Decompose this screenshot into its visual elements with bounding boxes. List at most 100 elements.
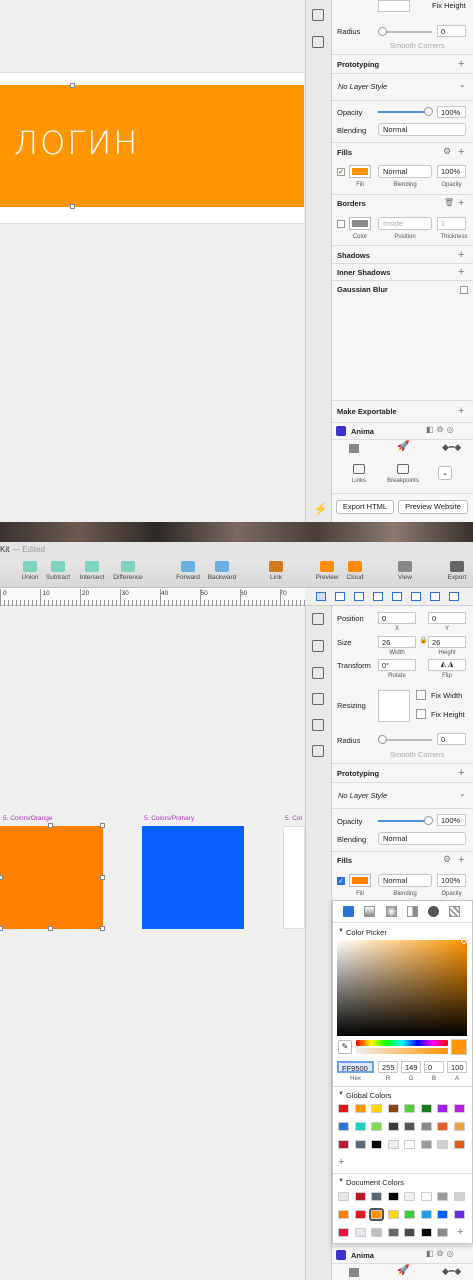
document-color-swatch[interactable] [338,1228,349,1237]
global-color-swatch[interactable] [437,1122,448,1131]
document-color-swatch[interactable] [420,1228,432,1237]
document-color-swatch[interactable] [338,1210,349,1219]
document-color-swatch[interactable] [404,1228,415,1237]
toolbar-link-button[interactable]: Link [256,561,296,581]
chevron-down-icon[interactable]: ⌄ [459,789,466,798]
lock-icon[interactable]: 🔒 [419,636,428,644]
global-color-swatch[interactable] [338,1104,349,1113]
make-exportable-header[interactable]: Make Exportable [337,407,397,416]
hex-input[interactable]: FF9500 [337,1061,374,1073]
a-input[interactable]: 100 [447,1061,467,1073]
global-color-swatch[interactable] [371,1104,382,1113]
global-color-swatch[interactable] [338,1122,349,1131]
align-icon[interactable] [316,592,326,601]
picker-cursor[interactable] [461,938,467,944]
document-colors-title[interactable]: Document Colors [346,1178,404,1187]
anima-tools-icons[interactable]: ◧⚙◎ [426,1249,457,1258]
fill-type-image-icon[interactable] [428,906,439,917]
global-color-swatch[interactable] [371,1122,382,1131]
list-icon[interactable] [312,667,324,679]
breakpoints-dropdown[interactable]: ⌄ [438,466,452,480]
global-color-swatch[interactable] [404,1104,415,1113]
document-color-swatch[interactable] [437,1210,448,1219]
border-checkbox[interactable] [337,220,345,228]
r-input[interactable]: 255 [378,1061,398,1073]
alpha-slider[interactable] [356,1048,448,1054]
share-icon[interactable] [312,613,324,625]
breakpoints-icon[interactable] [397,464,409,474]
document-color-swatch[interactable] [371,1228,382,1237]
fill-type-linear-icon[interactable] [364,906,375,917]
fill-type-noise-icon[interactable] [449,906,460,917]
blending-select[interactable]: Normal [378,832,466,845]
global-color-swatch[interactable] [387,1122,399,1131]
radius-input[interactable]: 0 [437,733,466,745]
add-prototyping-icon[interactable]: + [458,768,464,779]
blur-toggle[interactable] [460,286,468,294]
add-prototyping-icon[interactable]: + [458,59,464,70]
document-color-swatch[interactable] [453,1192,465,1201]
g-input[interactable]: 149 [401,1061,421,1073]
shadows-header[interactable]: Shadows [337,251,370,260]
disclosure-icon[interactable]: ▼ [338,928,344,934]
artboard-label-orange[interactable]: 5. Colors/Orange [3,815,53,822]
global-color-swatch[interactable] [420,1140,432,1149]
fix-width-icon[interactable] [416,690,426,700]
gear-icon[interactable]: ⚙ [443,146,451,157]
anima-tools-icons[interactable]: ◧⚙◎ [426,425,457,434]
document-color-swatch[interactable] [420,1192,432,1201]
opacity-slider[interactable] [378,816,433,825]
bolt-icon[interactable]: ⚡ [313,502,328,516]
inner-shadows-header[interactable]: Inner Shadows [337,268,390,277]
fill-type-solid-icon[interactable] [343,906,354,917]
global-colors-title[interactable]: Global Colors [346,1091,391,1100]
document-color-swatch[interactable] [404,1210,415,1219]
add-fill-icon[interactable]: + [458,855,464,866]
fill-checkbox[interactable]: ✓ [337,168,345,176]
trash-icon[interactable]: 🗑 [444,198,454,207]
selection-handle[interactable] [70,204,75,209]
align-icon[interactable] [373,592,383,601]
global-color-swatch[interactable] [338,1140,349,1149]
document-color-swatch[interactable] [437,1192,448,1201]
global-color-swatch[interactable] [420,1122,432,1131]
edit-image-icon[interactable] [312,9,324,21]
saturation-brightness-field[interactable] [337,940,467,1036]
toolbar-difference-button[interactable]: Difference [108,561,148,581]
opacity-slider[interactable] [378,107,433,116]
add-global-color-icon[interactable]: + [338,1157,344,1168]
fill-type-angular-icon[interactable] [407,906,418,917]
global-color-swatch[interactable] [453,1104,465,1113]
radius-slider[interactable] [378,735,432,744]
align-icon[interactable] [430,592,440,601]
anima-tab-rocket-icon[interactable]: 🚀 [397,441,409,452]
disclosure-icon[interactable]: ▼ [338,1091,344,1097]
fill-opacity-input[interactable]: 100% [437,165,466,178]
fill-type-radial-icon[interactable] [386,906,397,917]
smooth-corners-checkbox[interactable]: Smooth Corners [390,41,445,50]
global-color-swatch[interactable] [371,1140,382,1149]
artboard-label-primary[interactable]: 5. Colors/Primary [144,815,194,822]
align-icon[interactable] [449,592,459,601]
height-input[interactable]: 26 [428,636,466,648]
document-color-swatch[interactable] [338,1192,349,1201]
document-color-swatch[interactable] [354,1228,366,1237]
global-color-swatch[interactable] [354,1140,366,1149]
add-image-icon[interactable] [312,745,324,757]
document-color-swatch[interactable] [387,1210,399,1219]
global-color-swatch[interactable] [404,1140,415,1149]
fix-height-icon[interactable] [416,709,426,719]
color-picker-title[interactable]: Color Picker [346,928,387,937]
add-fill-icon[interactable]: + [458,147,464,158]
toolbar-view-button[interactable]: View [385,561,425,581]
add-document-color-icon[interactable]: + [457,1227,463,1238]
selection-handle[interactable] [70,83,75,88]
blending-select[interactable]: Normal [378,123,466,136]
hue-slider[interactable] [356,1040,448,1046]
resize-widget[interactable] [378,0,410,12]
global-color-swatch[interactable] [437,1104,448,1113]
anima-tab-layout-icon[interactable] [349,444,359,453]
orange-swatch-artboard[interactable] [0,826,103,929]
print-icon[interactable] [312,640,324,652]
radius-slider[interactable] [378,27,432,36]
